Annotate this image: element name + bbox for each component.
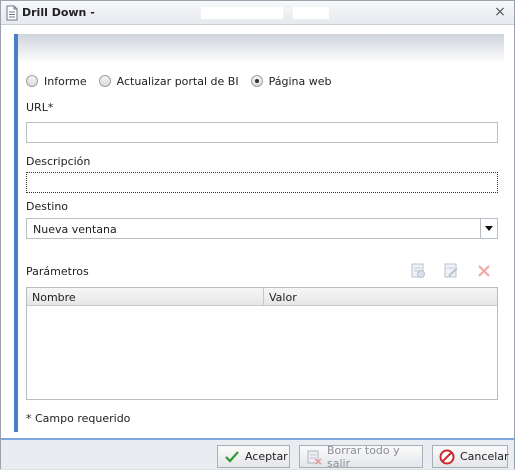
dialog-title: Drill Down - bbox=[22, 6, 95, 19]
header-band bbox=[18, 34, 504, 64]
dialog-footer: Aceptar Borrar todo y salir Cancelar bbox=[1, 438, 514, 470]
radio-informe[interactable] bbox=[26, 75, 38, 87]
delete-parameter-icon[interactable] bbox=[475, 263, 493, 279]
edit-parameter-icon[interactable] bbox=[442, 263, 460, 279]
column-header-nombre[interactable]: Nombre bbox=[32, 291, 76, 304]
radio-label-pagina-web[interactable]: Página web bbox=[269, 75, 332, 88]
parameters-toolbar bbox=[409, 263, 508, 279]
radio-pagina-web[interactable] bbox=[250, 75, 263, 87]
accent-bar bbox=[14, 34, 18, 432]
parameters-table[interactable]: Nombre Valor bbox=[26, 287, 498, 400]
url-input[interactable] bbox=[26, 122, 498, 143]
link-type-radio-group: Informe Actualizar portal de BI Página w… bbox=[26, 73, 343, 89]
title-bar[interactable]: Drill Down - × bbox=[1, 1, 514, 25]
description-input[interactable] bbox=[26, 172, 498, 193]
clear-all-exit-button[interactable]: Borrar todo y salir bbox=[299, 443, 423, 470]
cancel-label: Cancelar bbox=[460, 450, 509, 463]
clear-all-exit-label: Borrar todo y salir bbox=[327, 443, 400, 470]
radio-label-portal-bi[interactable]: Actualizar portal de BI bbox=[117, 75, 239, 88]
document-icon bbox=[5, 5, 19, 21]
url-label: URL* bbox=[26, 101, 54, 114]
add-parameter-icon[interactable] bbox=[409, 263, 427, 279]
cancel-button[interactable]: Cancelar bbox=[432, 445, 509, 468]
accept-button[interactable]: Aceptar bbox=[217, 445, 290, 468]
chevron-down-icon[interactable] bbox=[480, 219, 497, 238]
target-select-value: Nueva ventana bbox=[33, 223, 117, 236]
clear-form-icon bbox=[306, 449, 322, 465]
drill-down-dialog: Drill Down - × Informe Actualizar portal… bbox=[0, 0, 515, 470]
radio-label-informe[interactable]: Informe bbox=[44, 75, 87, 88]
table-header: Nombre Valor bbox=[27, 288, 497, 306]
target-label: Destino bbox=[26, 200, 69, 213]
title-redacted-part bbox=[201, 7, 283, 19]
no-entry-icon bbox=[439, 449, 455, 465]
description-label: Descripción bbox=[26, 155, 91, 168]
target-select[interactable]: Nueva ventana bbox=[26, 218, 498, 239]
checkmark-icon bbox=[224, 449, 240, 465]
column-divider[interactable] bbox=[263, 288, 264, 306]
radio-portal-bi[interactable] bbox=[98, 75, 111, 87]
parameters-label: Parámetros bbox=[26, 265, 89, 278]
title-redacted-part bbox=[293, 7, 329, 19]
required-field-note: * Campo requerido bbox=[26, 412, 131, 425]
close-icon[interactable]: × bbox=[494, 5, 506, 19]
column-header-valor[interactable]: Valor bbox=[269, 291, 297, 304]
accept-label: Aceptar bbox=[245, 450, 288, 463]
